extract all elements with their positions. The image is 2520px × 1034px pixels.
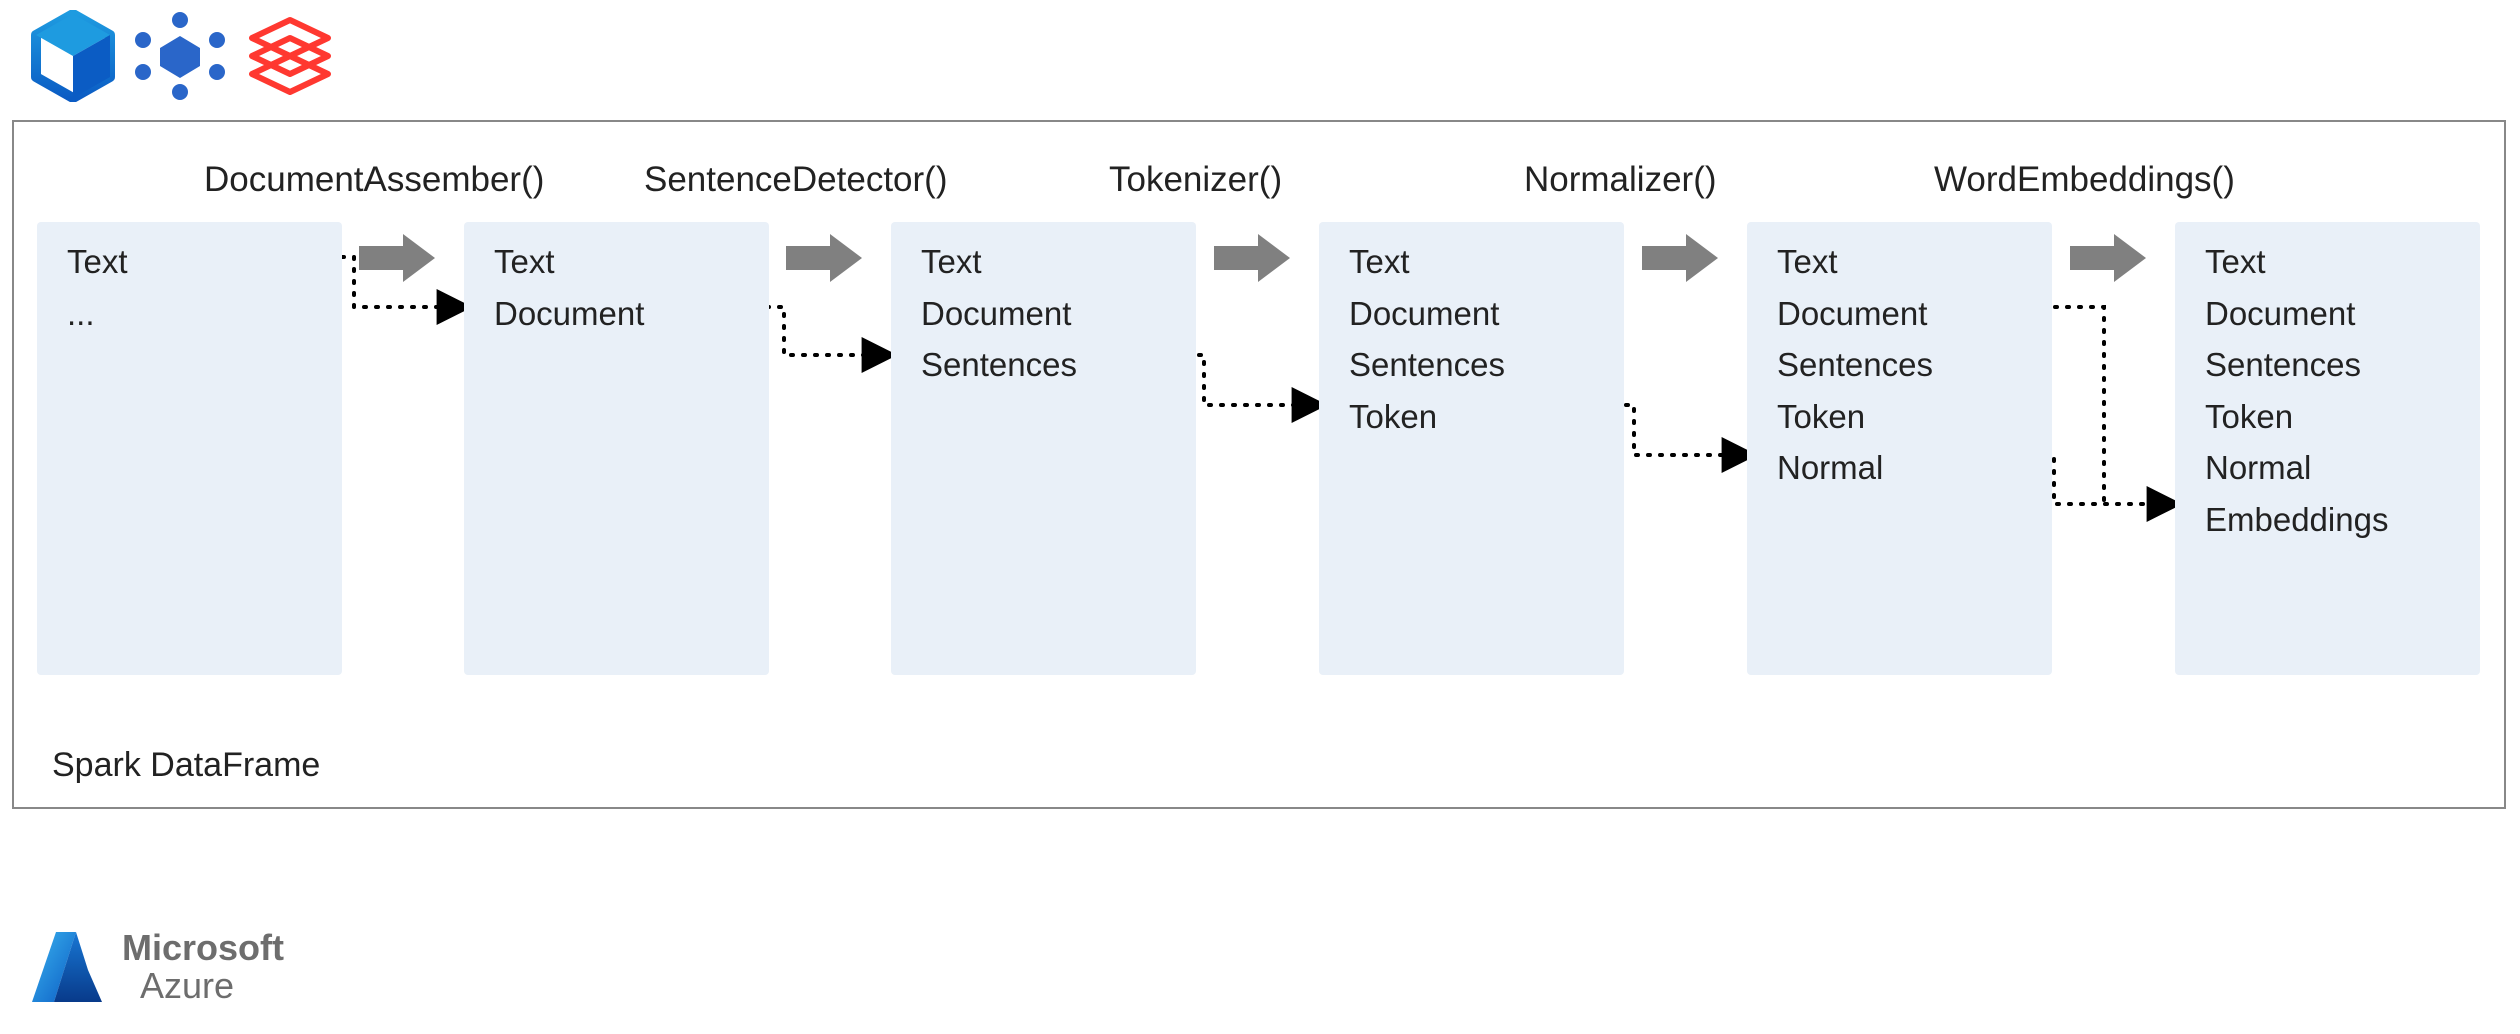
arrow-icon bbox=[1642, 234, 1718, 282]
col-document: Document bbox=[1349, 294, 1505, 334]
col-document: Document bbox=[2205, 294, 2388, 334]
col-document: Document bbox=[921, 294, 1077, 334]
azure-hdinsight-icon bbox=[132, 10, 228, 102]
col-token: Token bbox=[1777, 397, 1933, 437]
databricks-icon bbox=[244, 10, 336, 102]
stage-items-input: Text ... bbox=[67, 242, 128, 333]
col-document: Document bbox=[494, 294, 644, 334]
azure-text: Microsoft Azure bbox=[122, 929, 284, 1005]
stage-box-document: Text Document bbox=[464, 222, 769, 675]
arrow-icon bbox=[359, 234, 435, 282]
arrow-icon bbox=[1214, 234, 1290, 282]
frame-label: Spark DataFrame bbox=[52, 746, 320, 785]
col-sentences: Sentences bbox=[921, 345, 1077, 385]
stage-label-word-embeddings: WordEmbeddings() bbox=[1934, 160, 2235, 200]
col-token: Token bbox=[2205, 397, 2388, 437]
stage-items-embeddings: Text Document Sentences Token Normal Emb… bbox=[2205, 242, 2388, 540]
col-text: Text bbox=[494, 242, 644, 282]
stage-label-tokenizer: Tokenizer() bbox=[1109, 160, 1282, 200]
col-document: Document bbox=[1777, 294, 1933, 334]
stage-label-document-assembler: DocumentAssember() bbox=[204, 160, 544, 200]
stage-items-document: Text Document bbox=[494, 242, 644, 333]
col-embeddings: Embeddings bbox=[2205, 500, 2388, 540]
stage-box-sentences: Text Document Sentences bbox=[891, 222, 1196, 675]
stage-items-normal: Text Document Sentences Token Normal bbox=[1777, 242, 1933, 488]
col-token: Token bbox=[1349, 397, 1505, 437]
col-sentences: Sentences bbox=[1777, 345, 1933, 385]
arrow-icon bbox=[786, 234, 862, 282]
col-text: Text bbox=[1349, 242, 1505, 282]
col-text: Text bbox=[921, 242, 1077, 282]
azure-synapse-icon bbox=[30, 10, 116, 102]
connector-layer bbox=[14, 122, 2504, 807]
top-logos bbox=[30, 10, 336, 102]
stage-label-sentence-detector: SentenceDetector() bbox=[644, 160, 947, 200]
azure-footer: Microsoft Azure bbox=[26, 926, 284, 1008]
stage-box-normal: Text Document Sentences Token Normal bbox=[1747, 222, 2052, 675]
stage-label-normalizer: Normalizer() bbox=[1524, 160, 1717, 200]
col-text: Text bbox=[2205, 242, 2388, 282]
azure-logo-icon bbox=[26, 926, 108, 1008]
col-sentences: Sentences bbox=[2205, 345, 2388, 385]
brand-azure: Azure bbox=[122, 967, 284, 1005]
col-text: Text bbox=[1777, 242, 1933, 282]
col-normal: Normal bbox=[2205, 448, 2388, 488]
stage-box-embeddings: Text Document Sentences Token Normal Emb… bbox=[2175, 222, 2480, 675]
stage-box-token: Text Document Sentences Token bbox=[1319, 222, 1624, 675]
stage-box-input: Text ... bbox=[37, 222, 342, 675]
diagram-canvas: Text ... DocumentAssember() Text Documen… bbox=[0, 0, 2520, 1034]
stage-items-sentences: Text Document Sentences bbox=[921, 242, 1077, 385]
dataframe-frame: Text ... DocumentAssember() Text Documen… bbox=[12, 120, 2506, 809]
col-ellipsis: ... bbox=[67, 294, 128, 334]
col-text: Text bbox=[67, 242, 128, 282]
brand-microsoft: Microsoft bbox=[122, 929, 284, 967]
stage-items-token: Text Document Sentences Token bbox=[1349, 242, 1505, 436]
col-sentences: Sentences bbox=[1349, 345, 1505, 385]
col-normal: Normal bbox=[1777, 448, 1933, 488]
arrow-icon bbox=[2070, 234, 2146, 282]
